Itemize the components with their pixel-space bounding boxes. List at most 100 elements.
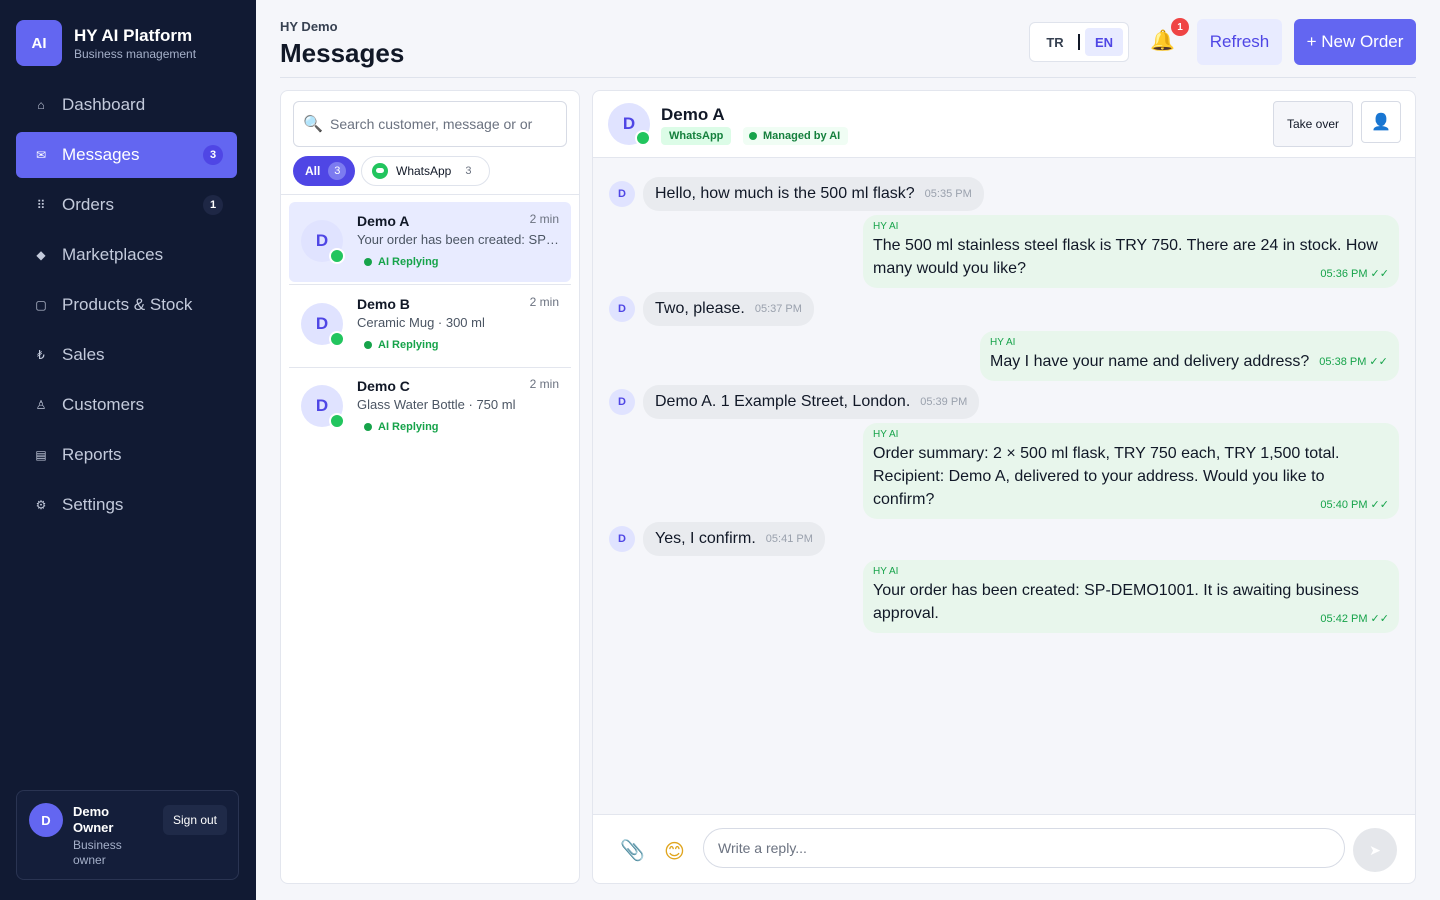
message-time: 05:38 PM ✓✓	[1319, 355, 1388, 368]
conversation-name: Demo B	[357, 296, 410, 312]
status-badge: AI Replying	[364, 256, 439, 268]
sidebar-item-label: Reports	[62, 445, 122, 464]
search-icon: 🔍	[303, 116, 323, 133]
status-badge: AI Replying	[364, 339, 439, 351]
sidebar-item-reports[interactable]: ▤ Reports	[16, 432, 237, 478]
conversation-list-panel: 🔍 All 3 WhatsApp 3 D Demo A 2 min Your o…	[280, 90, 580, 884]
message-bubble: Demo A. 1 Example Street, London. 05:39 …	[643, 385, 980, 419]
language-en-button[interactable]: EN	[1085, 28, 1123, 56]
take-over-button[interactable]: Take over	[1273, 101, 1353, 147]
managed-by-ai-badge: Managed by AI	[743, 127, 849, 145]
composer-divider	[593, 814, 1415, 815]
orders-count-badge: 1	[203, 195, 223, 215]
sidebar-item-label: Orders	[62, 195, 114, 214]
mail-icon: ✉	[35, 148, 47, 162]
message-time: 05:36 PM ✓✓	[1320, 268, 1389, 280]
conversation-time: 2 min	[529, 295, 559, 309]
whatsapp-icon	[329, 248, 345, 264]
filter-all-label: All	[305, 164, 321, 178]
box-icon: ▢	[35, 298, 47, 312]
notification-badge: 1	[1171, 18, 1189, 36]
sidebar-item-customers[interactable]: ♙ Customers	[16, 382, 237, 428]
message-sender: HY AI	[873, 566, 899, 577]
avatar: D	[609, 296, 635, 322]
message-text: Hello, how much is the 500 ml flask?	[655, 185, 915, 202]
page-title: Messages	[280, 38, 405, 68]
avatar: D	[29, 803, 63, 837]
whatsapp-icon	[329, 331, 345, 347]
filter-whatsapp-count: 3	[465, 165, 472, 177]
status-label: AI Replying	[378, 256, 439, 268]
refresh-button[interactable]: Refresh	[1197, 19, 1282, 65]
sidebar-item-label: Products & Stock	[62, 295, 193, 314]
message-text: Yes, I confirm.	[655, 530, 756, 547]
message-bubble: Hello, how much is the 500 ml flask? 05:…	[643, 177, 984, 211]
message-text: Your order has been created: SP-DEMO1001…	[873, 582, 1359, 622]
avatar: D	[609, 389, 635, 415]
header-divider	[280, 77, 1416, 78]
incoming-message: D Two, please. 05:37 PM	[609, 292, 814, 326]
message-time: 05:35 PM	[924, 188, 972, 200]
language-tr-button[interactable]: TR	[1038, 29, 1072, 55]
list-item[interactable]: D Demo C 2 min Glass Water Bottle · 750 …	[289, 367, 571, 447]
filter-whatsapp-chip[interactable]: WhatsApp 3	[361, 156, 490, 186]
conversation-time: 2 min	[529, 377, 559, 391]
user-card: D Demo Owner Business owner Sign out	[16, 790, 239, 880]
sidebar-item-orders[interactable]: ⠿ Orders 1	[16, 182, 237, 228]
brand-name: HY AI Platform	[74, 25, 193, 45]
sidebar-item-sales[interactable]: ₺ Sales	[16, 332, 237, 378]
message-sender: HY AI	[873, 429, 899, 440]
list-divider	[281, 194, 579, 195]
filter-all-count: 3	[328, 162, 347, 180]
sidebar-item-marketplaces[interactable]: ◆ Marketplaces	[16, 232, 237, 278]
messages-count-badge: 3	[203, 145, 223, 165]
sidebar-item-label: Settings	[62, 495, 124, 514]
send-icon: ➤	[1369, 841, 1381, 858]
grid-icon: ⠿	[36, 198, 46, 212]
outgoing-message: HY AI The 500 ml stainless steel flask i…	[863, 215, 1399, 288]
attachment-icon[interactable]: 📎	[620, 838, 645, 863]
status-dot-icon	[364, 258, 372, 266]
search-box: 🔍	[293, 101, 567, 147]
message-time: 05:41 PM	[765, 533, 813, 545]
list-item[interactable]: D Demo B 2 min Ceramic Mug · 300 ml AI R…	[289, 285, 571, 365]
sidebar-nav: ⌂ Dashboard ✉ Messages 3 ⠿ Orders 1 ◆ Ma…	[16, 82, 237, 532]
lira-icon: ₺	[37, 348, 45, 362]
outgoing-message: HY AI Your order has been created: SP-DE…	[863, 560, 1399, 633]
message-bubble: Two, please. 05:37 PM	[643, 292, 814, 326]
filter-all-chip[interactable]: All 3	[293, 156, 355, 186]
status-label: AI Replying	[378, 421, 439, 433]
new-order-button[interactable]: + New Order	[1294, 19, 1416, 65]
message-sender: HY AI	[990, 337, 1016, 348]
profile-button[interactable]: 👤	[1361, 101, 1401, 143]
report-icon: ▤	[35, 448, 47, 462]
search-input[interactable]	[330, 110, 560, 138]
message-time: 05:40 PM ✓✓	[1320, 499, 1389, 511]
sidebar-item-dashboard[interactable]: ⌂ Dashboard	[16, 82, 237, 128]
whatsapp-icon	[329, 413, 345, 429]
user-role: Business owner	[73, 838, 122, 867]
conversation-name: Demo C	[357, 378, 410, 394]
sidebar-item-products-stock[interactable]: ▢ Products & Stock	[16, 282, 237, 328]
person-icon: ♙	[35, 398, 47, 412]
list-item[interactable]: D Demo A 2 min Your order has been creat…	[289, 202, 571, 282]
sidebar-item-messages[interactable]: ✉ Messages 3	[16, 132, 237, 178]
sidebar-item-label: Messages	[62, 145, 140, 164]
sign-out-button[interactable]: Sign out	[163, 805, 227, 835]
message-bubble: Yes, I confirm. 05:41 PM	[643, 522, 825, 556]
whatsapp-icon	[635, 130, 651, 146]
message-time: 05:42 PM ✓✓	[1320, 613, 1389, 625]
sidebar-item-label: Marketplaces	[62, 245, 164, 264]
emoji-icon[interactable]: 😊	[664, 839, 685, 864]
gear-icon: ⚙	[35, 498, 47, 512]
message-text: Two, please.	[655, 300, 745, 317]
sidebar-item-settings[interactable]: ⚙ Settings	[16, 482, 237, 528]
bell-icon[interactable]: 🔔	[1150, 28, 1175, 53]
user-icon: 👤	[1371, 114, 1391, 131]
message-text: Demo A. 1 Example Street, London.	[655, 393, 911, 410]
reply-input[interactable]	[703, 828, 1345, 868]
incoming-message: D Yes, I confirm. 05:41 PM	[609, 522, 825, 556]
status-label: AI Replying	[378, 339, 439, 351]
brand-subtitle: Business management	[74, 46, 197, 61]
send-button[interactable]: ➤	[1353, 828, 1397, 872]
